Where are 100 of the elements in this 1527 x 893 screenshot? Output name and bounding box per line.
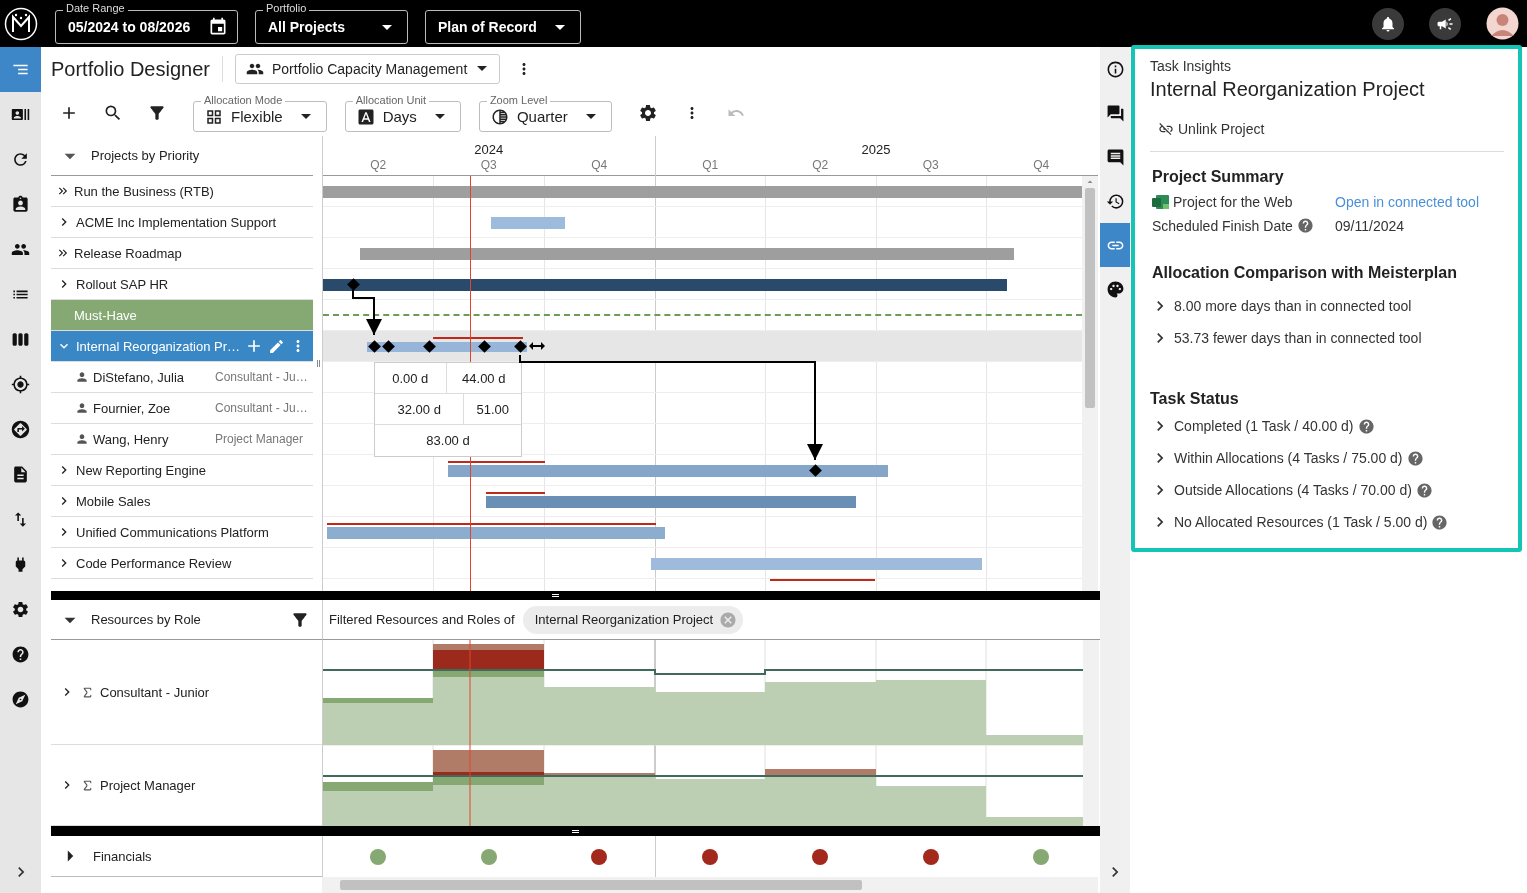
role-row[interactable]: Consultant - Junior	[51, 640, 322, 745]
quarter-label: Q1	[654, 156, 765, 176]
field-value: Flexible	[231, 108, 283, 125]
field-label: Allocation Unit	[352, 93, 429, 107]
row-label: Unified Communications Platform	[76, 524, 270, 540]
allocation-cell: 0.00 d	[375, 363, 447, 393]
row-label: Internal Reorganization Pr…	[76, 338, 241, 354]
sigma-icon	[81, 778, 94, 792]
field-label: Zoom Level	[486, 93, 551, 107]
expandable-item[interactable]: 8.00 more days than in connected tool	[1150, 290, 1412, 322]
person-icon	[75, 432, 89, 446]
row-label: Must-Have	[74, 307, 138, 323]
tree-row[interactable]: Fournier, Zoe Consultant - Ju…	[51, 393, 313, 424]
logo-icon[interactable]	[4, 6, 38, 41]
scrollbar[interactable]	[1082, 176, 1098, 591]
app-icon	[1152, 195, 1169, 209]
select-field[interactable]: Plan of Record	[425, 3, 581, 44]
tree-row[interactable]: Release Roadmap	[51, 238, 313, 269]
section-heading: Allocation Comparison with Meisterplan	[1152, 264, 1458, 282]
allocation-cell-text: 83.00 d	[425, 432, 471, 450]
tree-row[interactable]: Run the Business (RTB)	[51, 176, 313, 207]
role-label: Consultant - Ju…	[215, 401, 307, 415]
tree-row[interactable]: Unified Communications Platform	[51, 517, 313, 548]
role-label: Project Manager	[215, 432, 305, 446]
allocation-cell-text: 44.00 d	[461, 369, 507, 388]
calendar-icon	[208, 17, 228, 37]
notifications-icon[interactable]	[1372, 7, 1404, 40]
panel-eyebrow: Task Insights	[1150, 58, 1232, 74]
expandable-item[interactable]: 53.73 fewer days than in connected tool	[1150, 322, 1422, 354]
item-label: Completed (1 Task / 40.00 d)	[1174, 418, 1354, 434]
link-icon[interactable]	[1100, 223, 1130, 267]
quarter-label: Q4	[590, 157, 609, 174]
role-name: Project Manager	[100, 777, 196, 793]
quarter-label: Q2	[369, 157, 388, 174]
row-label: Run the Business (RTB)	[74, 183, 215, 199]
item-label: Outside Allocations (4 Tasks / 70.00 d)	[1174, 482, 1412, 498]
item-label: 53.73 fewer days than in connected tool	[1174, 330, 1422, 346]
field-value: All Projects	[268, 19, 346, 35]
field-label: Allocation Mode	[201, 93, 286, 107]
megaphone-icon[interactable]	[1429, 7, 1461, 40]
field-label: Portfolio	[263, 2, 310, 15]
person-icon	[75, 401, 89, 415]
tree-row[interactable]: Code Performance Review	[51, 548, 313, 579]
year-label: 2025	[654, 136, 1097, 156]
caret-icon	[477, 66, 488, 71]
section-title: Resources by Role	[91, 612, 202, 627]
unlink-button[interactable]: Unlink Project	[1158, 121, 1265, 137]
edit-icon[interactable]	[268, 337, 285, 355]
field-value: Quarter	[516, 108, 568, 125]
deadline-line	[486, 492, 545, 494]
row-label: New Reporting Engine	[76, 462, 208, 478]
section-title: Financials	[93, 848, 152, 864]
allocation-cell: 32.00 d	[375, 394, 465, 424]
field-value: Plan of Record	[438, 19, 537, 35]
tree-row[interactable]: Mobile Sales	[51, 486, 313, 517]
caret-icon	[382, 24, 392, 30]
section-heading: Project Summary	[1152, 168, 1285, 186]
row-label: Code Performance Review	[76, 555, 233, 571]
tree-row[interactable]: DiStefano, Julia Consultant - Ju…	[51, 362, 313, 393]
select-field[interactable]: Allocation Unit Days	[344, 94, 461, 132]
caret-icon	[585, 114, 596, 119]
expandable-item[interactable]: Completed (1 Task / 40.00 d)	[1150, 410, 1375, 442]
task-bar[interactable]	[323, 278, 1007, 291]
expandable-item[interactable]: Within Allocations (4 Tasks / 75.00 d)	[1150, 442, 1424, 474]
role-label: Consultant - Ju…	[215, 370, 307, 384]
filter-label: Filtered Resources and Roles of	[329, 612, 515, 627]
tree-row[interactable]: Wang, Henry Project Manager	[51, 424, 313, 455]
unlink-icon	[1158, 121, 1174, 137]
resize-handle-icon[interactable]	[529, 341, 545, 351]
tree-header: Projects by Priority	[91, 148, 200, 163]
caret-icon	[434, 114, 445, 119]
field-label: Scheduled Finish Date	[1152, 217, 1293, 234]
view-select[interactable]: Portfolio Capacity Management	[234, 53, 501, 84]
scrollbar[interactable]	[322, 877, 1098, 893]
field-label: Date Range	[63, 2, 128, 15]
quarter-label: Q2	[811, 157, 830, 174]
field-value: Days	[382, 108, 417, 125]
filter-chip[interactable]: Internal Reorganization Project	[522, 605, 744, 634]
select-field[interactable]: Zoom Level Quarter	[478, 94, 612, 132]
tree-row[interactable]: Internal Reorganization Pr…	[51, 331, 313, 362]
quarter-label: Q3	[921, 157, 940, 174]
tree-row[interactable]: ACME Inc Implementation Support	[51, 207, 313, 238]
caret-icon	[554, 24, 565, 30]
page-title: Portfolio Designer	[51, 55, 223, 82]
avatar-icon[interactable]	[1486, 7, 1519, 40]
item-label: No Allocated Resources (1 Task / 5.00 d)	[1174, 514, 1428, 530]
allocation-cell-text: 51.00	[475, 400, 510, 419]
select-field[interactable]: Allocation Mode Flexible	[193, 94, 327, 132]
view-name: Portfolio Capacity Management	[271, 60, 468, 77]
chip-label: Internal Reorganization Project	[534, 612, 714, 627]
date-range-field[interactable]: Date Range 05/2024 to 08/2026	[55, 3, 238, 44]
sigma-icon	[81, 685, 94, 699]
expandable-item[interactable]: No Allocated Resources (1 Task / 5.00 d)	[1150, 506, 1449, 538]
expandable-item[interactable]: Outside Allocations (4 Tasks / 70.00 d)	[1150, 474, 1433, 506]
item-label: Within Allocations (4 Tasks / 75.00 d)	[1174, 450, 1403, 466]
year-label: 2024	[473, 141, 505, 156]
scrollbar[interactable]	[1083, 640, 1099, 826]
select-field[interactable]: Portfolio All Projects	[255, 3, 408, 44]
tree-row[interactable]: New Reporting Engine	[51, 455, 313, 486]
row-label: ACME Inc Implementation Support	[76, 214, 278, 230]
